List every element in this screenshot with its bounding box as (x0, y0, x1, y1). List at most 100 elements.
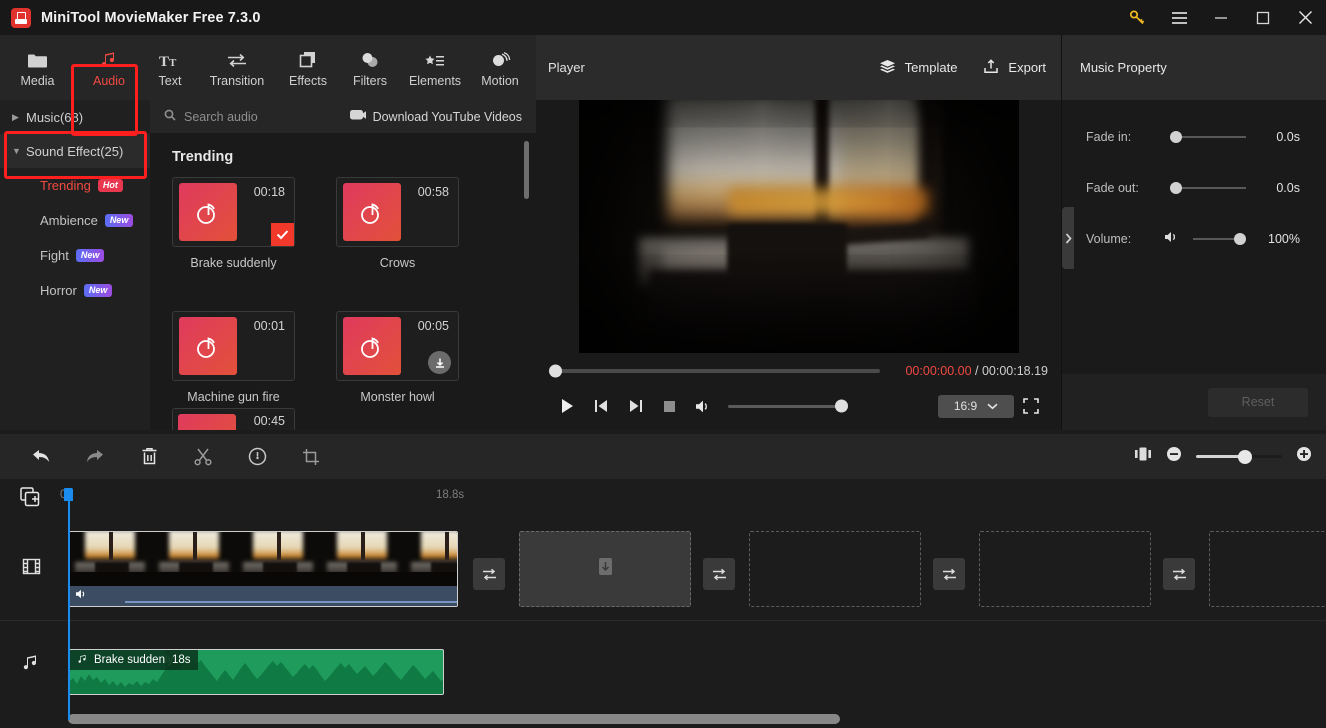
playhead[interactable] (64, 488, 73, 720)
fade-in-value: 0.0s (1276, 130, 1300, 144)
tab-audio[interactable]: Audio (75, 35, 143, 100)
zoom-out-button[interactable] (1166, 446, 1182, 467)
transition-slot-button[interactable] (1163, 558, 1195, 590)
download-icon[interactable] (428, 351, 451, 374)
audio-duration: 00:01 (253, 319, 285, 333)
redo-icon[interactable] (68, 434, 122, 479)
clip-audio-strip[interactable] (69, 586, 457, 606)
player-title: Player (548, 60, 585, 75)
progress-slider[interactable] (549, 364, 880, 377)
tab-filters[interactable]: Filters (339, 35, 401, 100)
speed-icon[interactable] (230, 434, 284, 479)
audio-clip-name: Brake suddenly (94, 654, 174, 666)
add-media-button[interactable] (20, 487, 40, 512)
clip-volume-icon[interactable] (75, 587, 89, 605)
audio-clip[interactable]: Brake suddenly 18s (68, 649, 444, 695)
total-time: 00:00:18.19 (981, 363, 1048, 378)
tab-transition[interactable]: Transition (197, 35, 277, 100)
tab-elements[interactable]: Elements (401, 35, 469, 100)
split-icon[interactable] (176, 434, 230, 479)
volume-icon[interactable] (1164, 230, 1181, 249)
time-display: 00:00:00.00 / 00:00:18.19 (905, 364, 1048, 378)
chevron-right-icon: ▶ (12, 111, 19, 122)
timeline-ruler[interactable]: 0s 18.8s (0, 479, 1326, 517)
audio-card-partial[interactable]: 00:45 (172, 408, 295, 430)
tab-media[interactable]: Media (0, 35, 75, 100)
collapse-panel-handle[interactable] (1062, 207, 1074, 269)
subcategory-trending-label: Trending (40, 178, 91, 193)
audio-duration: 00:58 (417, 185, 449, 199)
zoom-knob[interactable] (1238, 449, 1252, 464)
volume-slider[interactable] (728, 399, 848, 413)
volume-row: Volume: 100% (1062, 224, 1326, 254)
subcategory-trending[interactable]: Trending Hot (0, 168, 150, 203)
fade-in-slider[interactable] (1170, 131, 1246, 143)
audio-track[interactable]: Brake suddenly 18s (0, 622, 1326, 707)
play-button[interactable] (550, 391, 584, 421)
stop-button[interactable] (652, 391, 686, 421)
audio-card[interactable]: 00:18 Brake suddenly (172, 177, 295, 270)
media-drop-slot[interactable] (1209, 531, 1326, 607)
subcategory-horror[interactable]: Horror New (0, 273, 150, 308)
audio-card[interactable]: 00:01 Machine gun fire (172, 311, 295, 404)
media-drop-slot[interactable] (519, 531, 691, 607)
maximize-button[interactable] (1242, 0, 1284, 35)
fit-timeline-icon[interactable] (1134, 447, 1152, 466)
subcategory-fight[interactable]: Fight New (0, 238, 150, 273)
volume-knob[interactable] (1234, 233, 1246, 245)
audio-thumbnail[interactable]: 00:58 (336, 177, 459, 247)
progress-knob[interactable] (549, 364, 562, 377)
key-icon[interactable] (1116, 0, 1158, 35)
volume-slider[interactable] (1193, 233, 1246, 245)
zoom-slider[interactable] (1196, 449, 1282, 464)
audio-thumbnail[interactable]: 00:05 (336, 311, 459, 381)
category-music[interactable]: ▶ Music(68) (0, 100, 150, 134)
timeline-zoom-controls (1134, 446, 1312, 467)
next-frame-button[interactable] (618, 391, 652, 421)
menu-icon[interactable] (1158, 0, 1200, 35)
time-separator: / (971, 363, 982, 378)
volume-knob[interactable] (835, 399, 848, 413)
volume-icon[interactable] (686, 391, 720, 421)
audio-name: Crows (379, 256, 416, 270)
audio-thumbnail[interactable]: 00:18 (172, 177, 295, 247)
selected-check-icon[interactable] (271, 223, 294, 246)
template-button[interactable]: Template (879, 59, 957, 77)
star-list-icon (424, 47, 446, 69)
audio-card[interactable]: 00:05 Monster howl (336, 311, 459, 404)
audio-thumbnail[interactable]: 00:01 (172, 311, 295, 381)
transition-slot-button[interactable] (933, 558, 965, 590)
media-drop-slot[interactable] (749, 531, 921, 607)
close-button[interactable] (1284, 0, 1326, 35)
fade-out-knob[interactable] (1170, 182, 1182, 194)
previous-frame-button[interactable] (584, 391, 618, 421)
list-scrollbar[interactable] (524, 141, 529, 199)
video-track[interactable] (0, 517, 1326, 621)
fade-in-knob[interactable] (1170, 131, 1182, 143)
undo-icon[interactable] (14, 434, 68, 479)
subcategory-ambience[interactable]: Ambience New (0, 203, 150, 238)
minimize-button[interactable] (1200, 0, 1242, 35)
tab-effects[interactable]: Effects (277, 35, 339, 100)
transition-slot-button[interactable] (473, 558, 505, 590)
zoom-in-button[interactable] (1296, 446, 1312, 467)
search-input[interactable]: Search audio (184, 110, 258, 124)
export-button[interactable]: Export (983, 58, 1046, 77)
crop-icon[interactable] (284, 434, 338, 479)
transition-slot-button[interactable] (703, 558, 735, 590)
tab-motion[interactable]: Motion (469, 35, 531, 100)
delete-icon[interactable] (122, 434, 176, 479)
reset-button[interactable]: Reset (1208, 387, 1308, 417)
video-clip[interactable] (68, 531, 458, 607)
section-title: Trending (172, 149, 234, 165)
aspect-ratio-select[interactable]: 16:9 (938, 394, 1014, 418)
video-preview[interactable] (579, 100, 1019, 353)
audio-card[interactable]: 00:58 Crows (336, 177, 459, 270)
category-sound-effect[interactable]: ▼ Sound Effect(25) (0, 134, 150, 168)
download-youtube-button[interactable]: Download YouTube Videos (349, 109, 522, 124)
fullscreen-button[interactable] (1014, 391, 1048, 421)
tab-text[interactable]: T T Text (143, 35, 197, 100)
timeline-horizontal-scrollbar[interactable] (68, 714, 840, 724)
media-drop-slot[interactable] (979, 531, 1151, 607)
fade-out-slider[interactable] (1170, 182, 1246, 194)
